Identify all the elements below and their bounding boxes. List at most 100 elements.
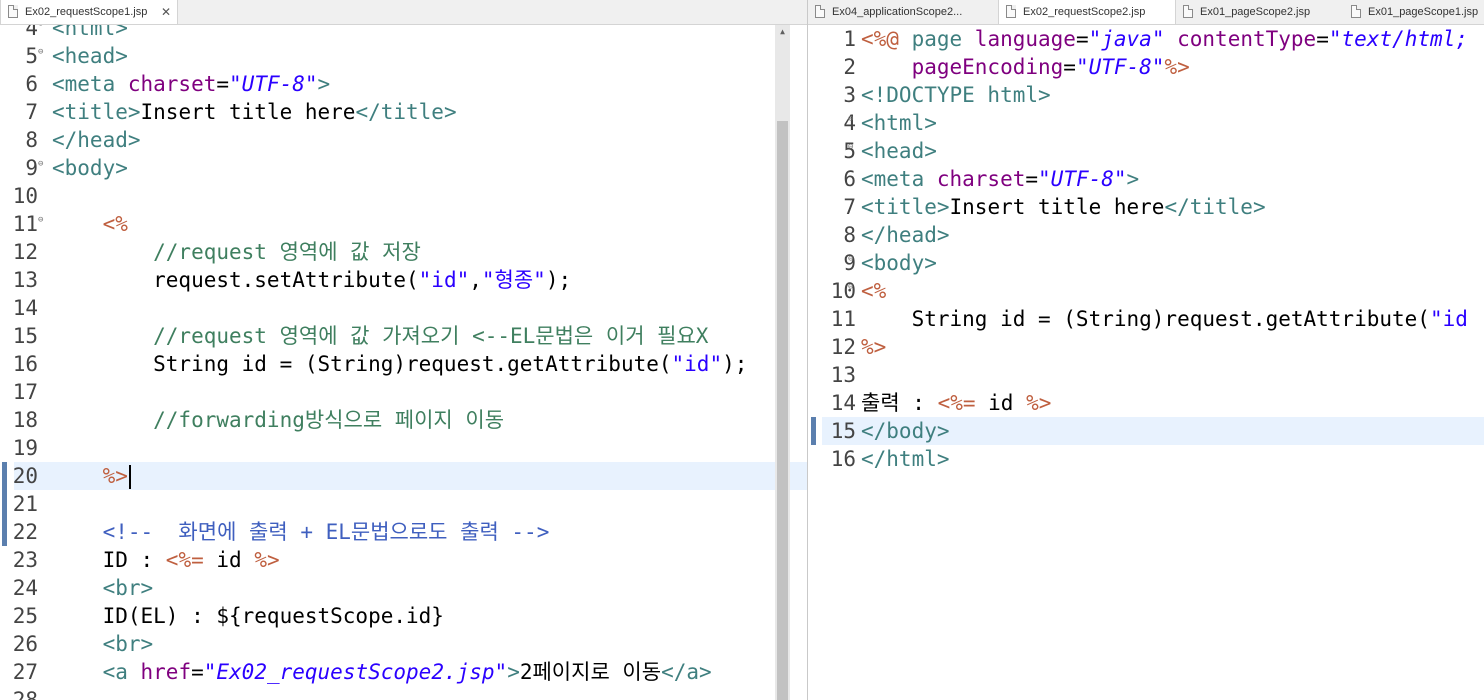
- code-token: </title>: [1164, 195, 1266, 219]
- code-line[interactable]: 10: [0, 182, 807, 210]
- code-text: <meta charset="UTF-8">: [861, 165, 1139, 193]
- line-number: 7: [843, 195, 856, 219]
- tab-ex01-pagescope1[interactable]: Ex01_pageScope1.jsp: [1344, 0, 1484, 24]
- fold-toggle-icon[interactable]: ⊖: [38, 216, 48, 226]
- code-line[interactable]: 28: [0, 686, 807, 700]
- code-token: //request 영역에 값 저장: [52, 240, 421, 264]
- fold-toggle-icon[interactable]: ⊖: [848, 115, 858, 125]
- code-line[interactable]: 16 </html>: [808, 445, 1484, 473]
- code-line[interactable]: 2 pageEncoding="UTF-8"%>: [808, 53, 1484, 81]
- code-line[interactable]: 19: [0, 434, 807, 462]
- code-text: pageEncoding="UTF-8"%>: [861, 53, 1190, 81]
- code-token: =: [1025, 167, 1039, 191]
- line-number: 16: [12, 352, 38, 376]
- code-text: </body>: [861, 417, 950, 445]
- code-line[interactable]: 18 //forwarding방식으로 페이지 이동: [0, 406, 807, 434]
- code-line[interactable]: 20 %>: [2, 462, 807, 490]
- line-number: 27: [12, 660, 38, 684]
- code-token: <%: [102, 212, 128, 236]
- scroll-up-arrow-icon[interactable]: ▲: [775, 25, 790, 39]
- code-token: <body>: [52, 156, 128, 180]
- code-line[interactable]: 4⊖<html>: [0, 25, 807, 42]
- code-line[interactable]: 15 //request 영역에 값 가져오기 <--EL문법은 이거 필요X: [0, 322, 807, 350]
- code-line[interactable]: 13: [808, 361, 1484, 389]
- scrollbar-thumb[interactable]: [777, 121, 788, 700]
- code-text: request.setAttribute("id","형종");: [52, 266, 571, 294]
- code-token: =: [216, 72, 230, 96]
- code-token: %>: [102, 464, 128, 488]
- code-token: =: [191, 660, 204, 684]
- code-text: <head>: [52, 42, 128, 70]
- code-token: </html>: [861, 447, 950, 471]
- code-text: <body>: [52, 154, 128, 182]
- tab-ex01-pagescope2[interactable]: Ex01_pageScope2.jsp: [1176, 0, 1344, 24]
- code-line[interactable]: 6 <meta charset="UTF-8">: [0, 70, 807, 98]
- code-line[interactable]: 22 <!-- 화면에 출력 + EL문법으로도 출력 -->: [0, 518, 807, 546]
- code-line[interactable]: 17: [0, 378, 807, 406]
- code-token: 출력 :: [861, 391, 938, 415]
- code-line[interactable]: 26 <br>: [0, 630, 807, 658]
- code-token: href: [140, 660, 192, 684]
- code-token: charset: [936, 167, 1026, 191]
- line-number: 28: [12, 688, 38, 700]
- code-line[interactable]: 13 request.setAttribute("id","형종");: [0, 266, 807, 294]
- line-number: 4: [25, 25, 38, 40]
- tab-ex02-requestscope1[interactable]: Ex02_requestScope1.jsp ✕: [0, 0, 178, 24]
- code-line[interactable]: 5 ⊖ <head>: [0, 42, 807, 70]
- code-text: <%@ page language="java" contentType="te…: [861, 25, 1468, 53]
- close-tab-icon[interactable]: ✕: [161, 0, 171, 24]
- code-line[interactable]: 15 </body>: [811, 417, 1484, 445]
- code-line[interactable]: 14: [0, 294, 807, 322]
- code-token: id: [203, 548, 255, 572]
- code-token: id: [975, 391, 1027, 415]
- fold-toggle-icon[interactable]: ⊖: [38, 25, 48, 30]
- line-number: 24: [12, 576, 38, 600]
- code-token: "Ex02_requestScope2.jsp": [203, 660, 508, 684]
- left-code-editor[interactable]: 4⊖<html>5⊖<head>6<meta charset="UTF-8">7…: [0, 25, 807, 700]
- code-line[interactable]: 24 <br>: [0, 574, 807, 602]
- code-line[interactable]: 7 <title>Insert title here</title>: [0, 98, 807, 126]
- code-line[interactable]: 9 ⊖ <body>: [808, 249, 1484, 277]
- code-line[interactable]: 10 ⊖ <%: [808, 277, 1484, 305]
- code-line[interactable]: 7 <title>Insert title here</title>: [808, 193, 1484, 221]
- code-line[interactable]: 12 %>: [808, 333, 1484, 361]
- tab-label: Ex04_applicationScope2...: [832, 6, 963, 18]
- code-token: <title>: [52, 100, 141, 124]
- code-line[interactable]: 1 <%@ page language="java" contentType="t…: [808, 25, 1484, 53]
- right-code-editor[interactable]: 1 <%@ page language="java" contentType="t…: [808, 25, 1484, 700]
- code-line[interactable]: 11 ⊖ <%: [0, 210, 807, 238]
- code-line[interactable]: 14 출력 : <%= id %>: [808, 389, 1484, 417]
- code-line[interactable]: 5 ⊖ <head>: [808, 137, 1484, 165]
- code-line[interactable]: 11 String id = (String)request.getAttrib…: [808, 305, 1484, 333]
- code-line[interactable]: 6 <meta charset="UTF-8">: [808, 165, 1484, 193]
- code-token: "id": [418, 268, 470, 292]
- code-text: </html>: [861, 445, 950, 473]
- code-line[interactable]: 16 String id = (String)request.getAttrib…: [0, 350, 807, 378]
- code-line[interactable]: 8 </head>: [0, 126, 807, 154]
- fold-toggle-icon[interactable]: ⊖: [848, 143, 858, 153]
- code-token: %>: [1164, 55, 1190, 79]
- tab-ex02-requestscope2[interactable]: Ex02_requestScope2.jsp: [998, 0, 1176, 24]
- code-text: <title>Insert title here</title>: [861, 193, 1266, 221]
- code-line[interactable]: 9 ⊖ <body>: [0, 154, 807, 182]
- code-line[interactable]: 27 <a href="Ex02_requestScope2.jsp">2페이지…: [0, 658, 807, 686]
- code-line[interactable]: 4⊖<html>: [808, 109, 1484, 137]
- tab-ex04-applicationscope2[interactable]: Ex04_applicationScope2...: [808, 0, 994, 24]
- code-token: >: [507, 660, 520, 684]
- code-line[interactable]: 23 ID : <%= id %>: [0, 546, 807, 574]
- fold-toggle-icon[interactable]: ⊖: [38, 160, 48, 170]
- code-token: </body>: [861, 419, 950, 443]
- left-vertical-scrollbar[interactable]: ▲: [775, 25, 790, 700]
- code-line[interactable]: 25 ID(EL) : ${requestScope.id}: [0, 602, 807, 630]
- code-line[interactable]: 21: [0, 490, 807, 518]
- code-text: //forwarding방식으로 페이지 이동: [52, 406, 504, 434]
- fold-toggle-icon[interactable]: ⊖: [38, 48, 48, 58]
- fold-toggle-icon[interactable]: ⊖: [848, 283, 858, 293]
- code-line[interactable]: 8 </head>: [808, 221, 1484, 249]
- code-line[interactable]: 12 //request 영역에 값 저장: [0, 238, 807, 266]
- fold-toggle-icon[interactable]: ⊖: [848, 255, 858, 265]
- code-token: </title>: [355, 100, 457, 124]
- code-line[interactable]: 3 <!DOCTYPE html>: [808, 81, 1484, 109]
